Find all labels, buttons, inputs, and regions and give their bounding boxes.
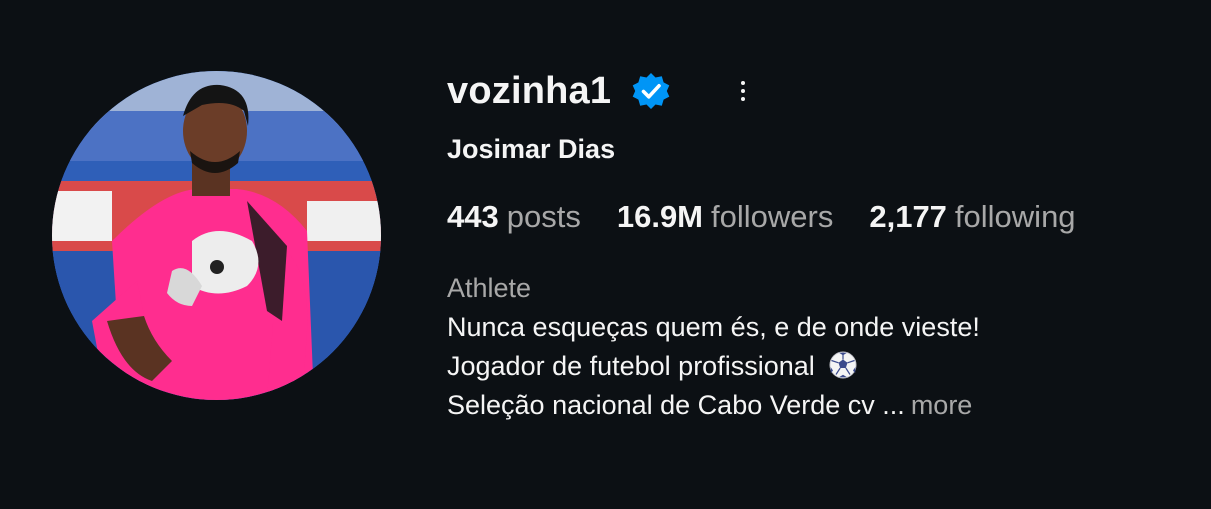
followers-label: followers (711, 199, 834, 234)
full-name: Josimar Dias (447, 134, 616, 164)
profile-bio: Athlete Nunca esqueças quem és, e de ond… (447, 269, 980, 425)
bio-category: Athlete (447, 273, 532, 303)
posts-label: posts (506, 199, 581, 234)
following-label: following (954, 199, 1076, 234)
username-row: vozinha1 (447, 66, 755, 116)
bio-line-2: Jogador de futebol profissional (447, 351, 815, 381)
following-count: 2,177 (869, 199, 947, 234)
bio-line-1: Nunca esqueças quem és, e de onde vieste… (447, 312, 980, 342)
profile-avatar[interactable] (52, 71, 381, 400)
bio-line-3-row: Seleção nacional de Cabo Verde cv ... mor… (447, 386, 980, 425)
soccer-ball-icon (829, 351, 857, 379)
bio-line-3: Seleção nacional de Cabo Verde cv ... (447, 390, 905, 420)
followers-stat[interactable]: 16.9M followers (617, 199, 834, 235)
posts-count: 443 (447, 199, 499, 234)
following-stat[interactable]: 2,177 following (869, 199, 1075, 235)
username[interactable]: vozinha1 (447, 70, 611, 113)
verified-badge-icon (632, 73, 670, 109)
profile-header: vozinha1 Josimar Dias 443 posts 16.9M foll… (0, 0, 1211, 509)
bio-line-2-row: Jogador de futebol profissional (447, 347, 980, 386)
profile-stats: 443 posts 16.9M followers 2,177 following (447, 199, 1112, 235)
posts-stat[interactable]: 443 posts (447, 199, 581, 235)
avatar-photo (52, 71, 381, 400)
bio-more-link[interactable]: more (911, 390, 973, 420)
more-options-icon[interactable] (731, 71, 755, 111)
followers-count: 16.9M (616, 199, 704, 234)
